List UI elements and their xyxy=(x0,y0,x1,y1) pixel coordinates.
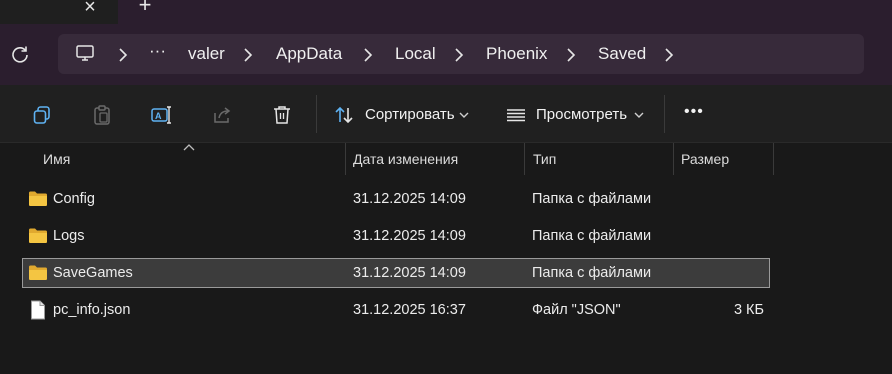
column-date[interactable]: Дата изменения xyxy=(353,151,458,167)
file-row-logs[interactable]: Logs 31.12.2025 14:09 Папка с файлами xyxy=(22,221,770,251)
breadcrumb-saved[interactable]: Saved xyxy=(598,44,646,64)
folder-icon xyxy=(29,228,47,243)
svg-text:A: A xyxy=(155,111,162,121)
breadcrumb-phoenix[interactable]: Phoenix xyxy=(486,44,547,64)
breadcrumb-overflow[interactable]: ··· xyxy=(149,41,166,61)
column-divider[interactable] xyxy=(673,143,674,175)
file-name[interactable]: SaveGames xyxy=(53,265,133,281)
column-divider[interactable] xyxy=(773,143,774,175)
folder-icon xyxy=(29,265,47,280)
column-divider[interactable] xyxy=(524,143,525,175)
title-bar: × + xyxy=(0,0,892,24)
file-icon xyxy=(31,300,45,320)
column-size[interactable]: Размер xyxy=(681,151,729,167)
file-type: Папка с файлами xyxy=(532,191,652,207)
delete-icon[interactable] xyxy=(271,104,293,126)
column-type[interactable]: Тип xyxy=(533,151,556,167)
rename-icon[interactable]: A xyxy=(150,104,172,126)
address-bar[interactable]: ··· valer AppData Local Phoenix Saved xyxy=(58,34,864,74)
view-button[interactable]: Просмотреть xyxy=(536,106,627,123)
command-bar: A Сортировать Просмотреть ••• xyxy=(0,85,892,143)
file-name[interactable]: Logs xyxy=(53,228,84,244)
chevron-right-icon[interactable] xyxy=(363,48,373,62)
file-name[interactable]: Config xyxy=(53,191,95,207)
file-row-config[interactable]: Config 31.12.2025 14:09 Папка с файлами xyxy=(22,184,770,214)
file-date: 31.12.2025 14:09 xyxy=(353,228,466,244)
breadcrumb-valer[interactable]: valer xyxy=(188,44,225,64)
copy-icon[interactable] xyxy=(31,104,53,126)
file-row-pc-info[interactable]: pc_info.json 31.12.2025 16:37 Файл "JSON… xyxy=(22,295,770,325)
file-date: 31.12.2025 14:09 xyxy=(353,265,466,281)
new-tab-icon[interactable]: + xyxy=(136,0,154,16)
file-date: 31.12.2025 16:37 xyxy=(353,302,466,318)
sort-button[interactable]: Сортировать xyxy=(365,106,455,123)
column-name[interactable]: Имя xyxy=(43,151,70,167)
chevron-right-icon[interactable] xyxy=(118,48,128,62)
chevron-right-icon[interactable] xyxy=(243,48,253,62)
view-icon[interactable] xyxy=(505,104,527,126)
file-date: 31.12.2025 14:09 xyxy=(353,191,466,207)
chevron-right-icon[interactable] xyxy=(664,48,674,62)
sort-ascending-icon xyxy=(183,144,195,151)
breadcrumb-appdata[interactable]: AppData xyxy=(276,44,342,64)
paste-icon[interactable] xyxy=(91,104,113,126)
refresh-icon[interactable] xyxy=(10,44,30,64)
close-tab-icon[interactable]: × xyxy=(81,0,99,17)
file-name[interactable]: pc_info.json xyxy=(53,302,130,318)
folder-icon xyxy=(29,191,47,206)
toolbar-separator xyxy=(316,95,317,133)
chevron-down-icon[interactable] xyxy=(634,111,644,119)
file-size: 3 КБ xyxy=(733,302,764,318)
chevron-right-icon[interactable] xyxy=(454,48,464,62)
file-type: Файл "JSON" xyxy=(532,302,621,318)
sort-icon[interactable] xyxy=(333,104,355,126)
column-divider[interactable] xyxy=(345,143,346,175)
chevron-down-icon[interactable] xyxy=(459,111,469,119)
file-type: Папка с файлами xyxy=(532,265,652,281)
this-pc-icon[interactable] xyxy=(75,43,95,63)
tab-strip xyxy=(118,0,892,24)
toolbar-separator xyxy=(664,95,665,133)
chevron-right-icon[interactable] xyxy=(566,48,576,62)
breadcrumb-local[interactable]: Local xyxy=(395,44,436,64)
column-header: Имя Дата изменения Тип Размер xyxy=(0,143,892,175)
file-row-savegames[interactable]: SaveGames 31.12.2025 14:09 Папка с файла… xyxy=(22,258,770,288)
more-options-button[interactable]: ••• xyxy=(684,103,704,121)
address-row: ··· valer AppData Local Phoenix Saved xyxy=(0,24,892,85)
file-type: Папка с файлами xyxy=(532,228,652,244)
share-icon[interactable] xyxy=(211,104,233,126)
